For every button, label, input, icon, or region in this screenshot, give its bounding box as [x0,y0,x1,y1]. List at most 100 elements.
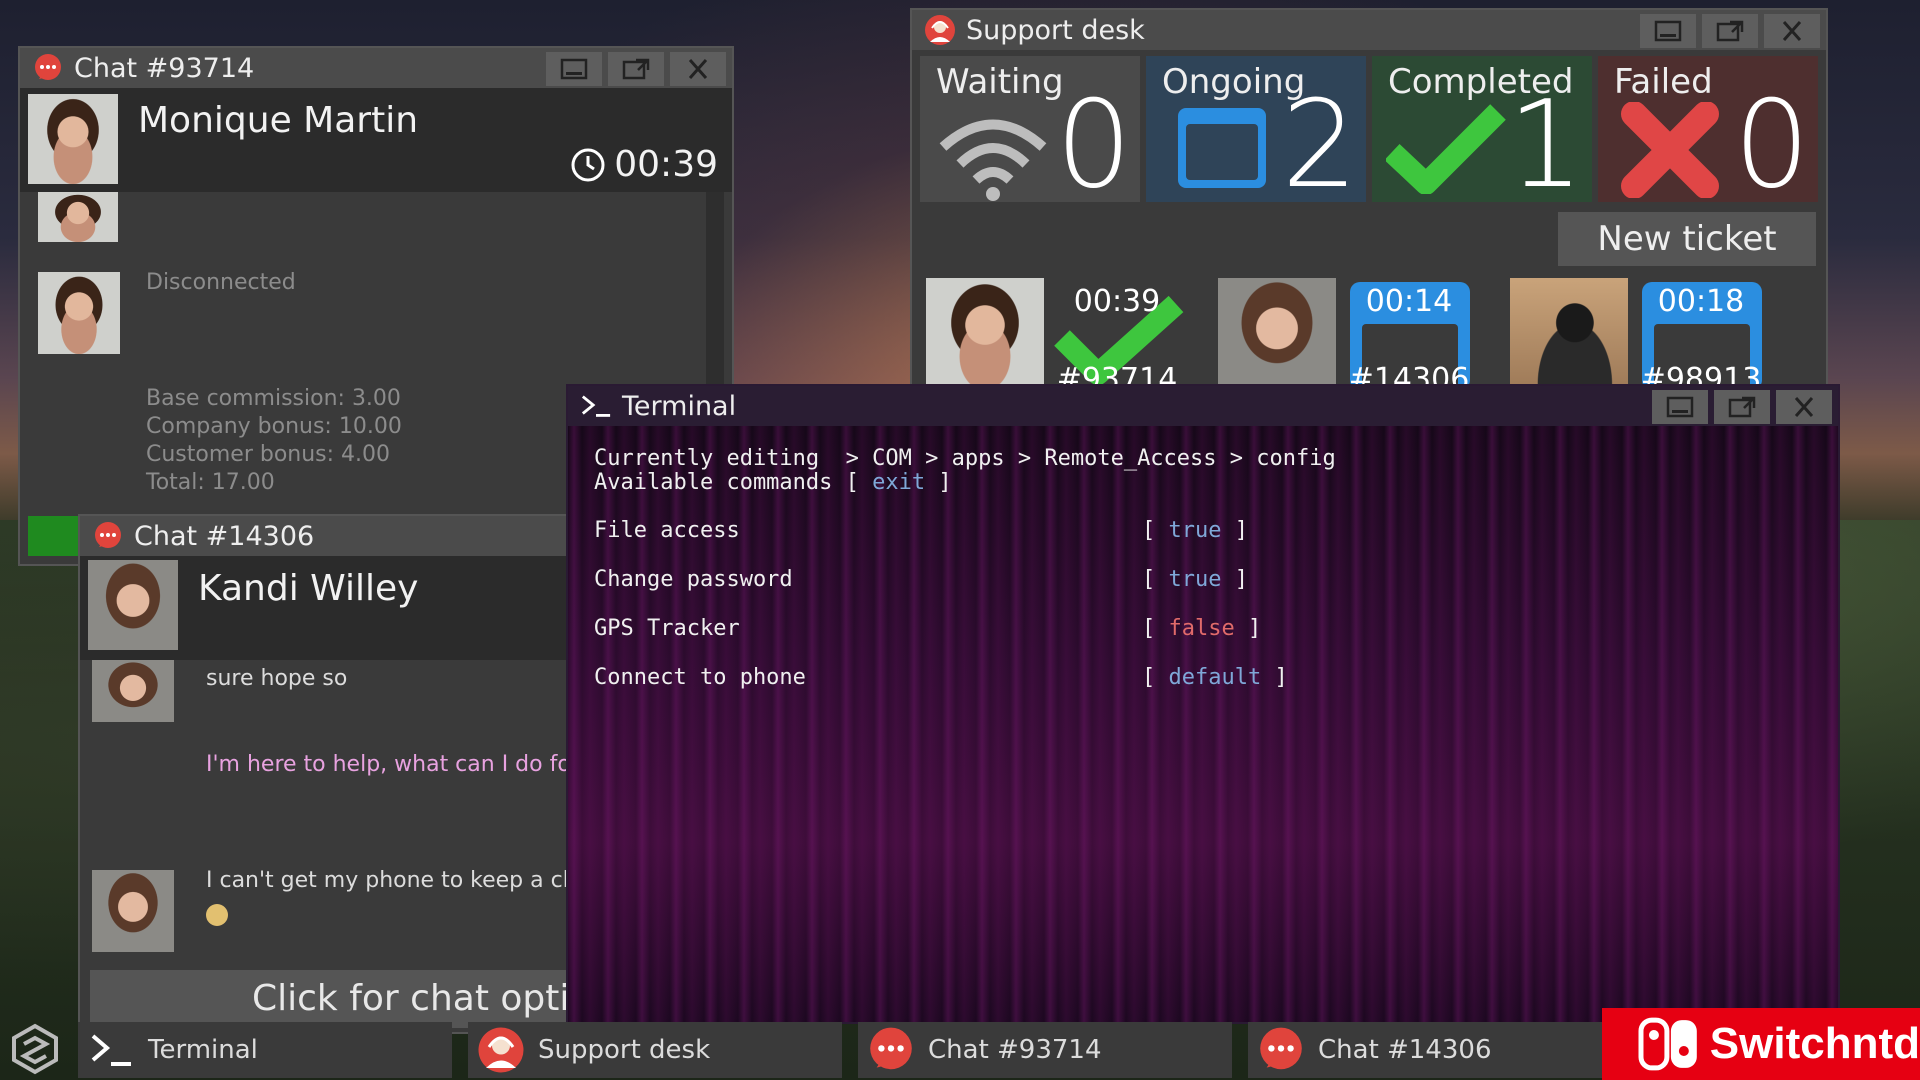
timer-value: 00:39 [614,144,718,185]
taskbar-item-chat-14306[interactable]: Chat #14306 [1248,1022,1602,1078]
tile-count: 2 [1281,76,1358,215]
checkmark-icon [1386,104,1506,194]
avatar [1218,278,1336,390]
chat-window-14306[interactable]: Chat #14306 Kandi Willey sure hope so I'… [78,514,598,1034]
titlebar[interactable]: Chat #93714 [20,48,732,88]
commands-line: Available commands [ exit ] [594,470,952,495]
queue-item[interactable]: 00:39 #93714 [926,278,1202,390]
watermark-text: Switchntd [1709,1019,1920,1068]
close-button[interactable] [1776,390,1832,424]
taskbar-label: Chat #14306 [1318,1035,1492,1065]
terminal-body[interactable]: Currently editing > COM > apps > Remote_… [568,426,1838,1022]
taskbar-item-terminal[interactable]: Terminal [78,1022,452,1078]
message-status: Disconnected [146,270,296,295]
toggle-gps-tracker[interactable]: [ false ] [1142,616,1261,641]
minimize-button[interactable] [1652,390,1708,424]
popout-icon [622,58,650,80]
row-label: GPS Tracker [594,616,740,641]
window-title: Support desk [966,14,1145,46]
clock-icon [571,148,605,181]
popout-icon [1728,396,1756,418]
toggle-change-password[interactable]: [ true ] [1142,567,1248,592]
emoji-icon [206,904,228,926]
toggle-value: true [1168,518,1222,543]
chat-bubble-icon [92,520,124,552]
message-company-bonus: Company bonus: 10.00 [146,414,402,439]
tile-label: Failed [1614,62,1713,102]
popout-button[interactable] [608,52,664,86]
queue-item[interactable]: 00:14 #14306 [1218,278,1494,390]
tile-count: 0 [1055,76,1132,215]
window-title: Chat #14306 [134,520,315,552]
waiting-tile: Waiting 0 [920,56,1140,206]
exit-command[interactable]: exit [872,470,925,495]
app-logo-icon[interactable] [8,1022,62,1076]
message-customer-bonus: Customer bonus: 4.00 [146,442,391,467]
support-agent-icon [924,14,956,46]
titlebar[interactable]: Terminal [568,386,1838,426]
tile-count: 0 [1733,76,1810,215]
minimize-button[interactable] [1640,14,1696,48]
avatar [1510,278,1628,390]
close-button[interactable] [670,52,726,86]
support-desk-window[interactable]: Support desk Waiting 0 Ongoing 2 Complet… [910,8,1828,390]
taskbar-label: Chat #93714 [928,1035,1102,1065]
taskbar-item-support-desk[interactable]: Support desk [468,1022,842,1078]
terminal-prompt-icon [580,390,612,422]
terminal-prompt-icon [84,1023,138,1077]
tile-count: 1 [1507,76,1584,215]
toggle-file-access[interactable]: [ true ] [1142,518,1248,543]
chat-timer: 00:39 [570,144,718,185]
ongoing-tile: Ongoing 2 [1146,56,1366,206]
minimize-button[interactable] [546,52,602,86]
window-title: Terminal [622,390,737,422]
terminal-window[interactable]: Terminal Currently editing > COM > apps … [566,384,1840,1024]
avatar [88,560,178,650]
queue-timer: 00:14 [1365,284,1453,319]
contact-name: Monique Martin [138,100,419,141]
message-customer: sure hope so [206,666,348,691]
queue-item[interactable]: 00:18 #98913 [1510,278,1786,390]
toggle-value: true [1168,567,1222,592]
avatar [92,870,174,952]
row-label: File access [594,518,740,543]
watermark-badge: Switchntd [1602,1008,1920,1080]
row-label: Change password [594,567,793,592]
editing-line: Currently editing > COM > apps > Remote_… [594,446,1336,471]
popout-icon [1716,20,1744,42]
row-label: Connect to phone [594,665,806,690]
message-commission: Base commission: 3.00 [146,386,401,411]
titlebar[interactable]: Support desk [912,10,1826,50]
failed-tile: Failed 0 [1598,56,1818,206]
editing-label: Currently editing [594,446,820,471]
commands-label: Available commands [ [594,470,859,495]
toggle-connect-to-phone[interactable]: [ default ] [1142,665,1288,690]
queue-timer: 00:18 [1657,284,1745,319]
message-customer: I can't get my phone to keep a cha [206,868,591,893]
toggle-value: default [1168,665,1262,690]
chat-bubble-icon [864,1023,918,1077]
close-button[interactable] [1764,14,1820,48]
new-ticket-button[interactable]: New ticket [1558,212,1816,266]
popout-button[interactable] [1714,390,1770,424]
avatar [92,660,174,722]
avatar [38,272,120,354]
wifi-icon [939,119,1047,201]
editing-path: > COM > apps > Remote_Access > config [845,446,1336,471]
chat-header: Monique Martin 00:39 [20,88,732,192]
titlebar[interactable]: Chat #14306 [80,516,596,556]
minimize-icon [560,58,588,80]
message-total: Total: 17.00 [146,470,275,495]
window-title: Chat #93714 [74,52,255,84]
taskbar-label: Terminal [148,1035,258,1065]
toggle-value: false [1168,616,1235,641]
taskbar-item-chat-93714[interactable]: Chat #93714 [858,1022,1232,1078]
bracket: ] [938,470,952,495]
taskbar-label: Support desk [538,1035,711,1065]
switch-logo-icon [1638,1017,1697,1071]
close-icon [1782,21,1802,41]
message-list[interactable]: sure hope so I'm here to help, what can … [80,660,596,960]
avatar [28,94,118,184]
popout-button[interactable] [1702,14,1758,48]
chat-bubble-icon [1254,1023,1308,1077]
